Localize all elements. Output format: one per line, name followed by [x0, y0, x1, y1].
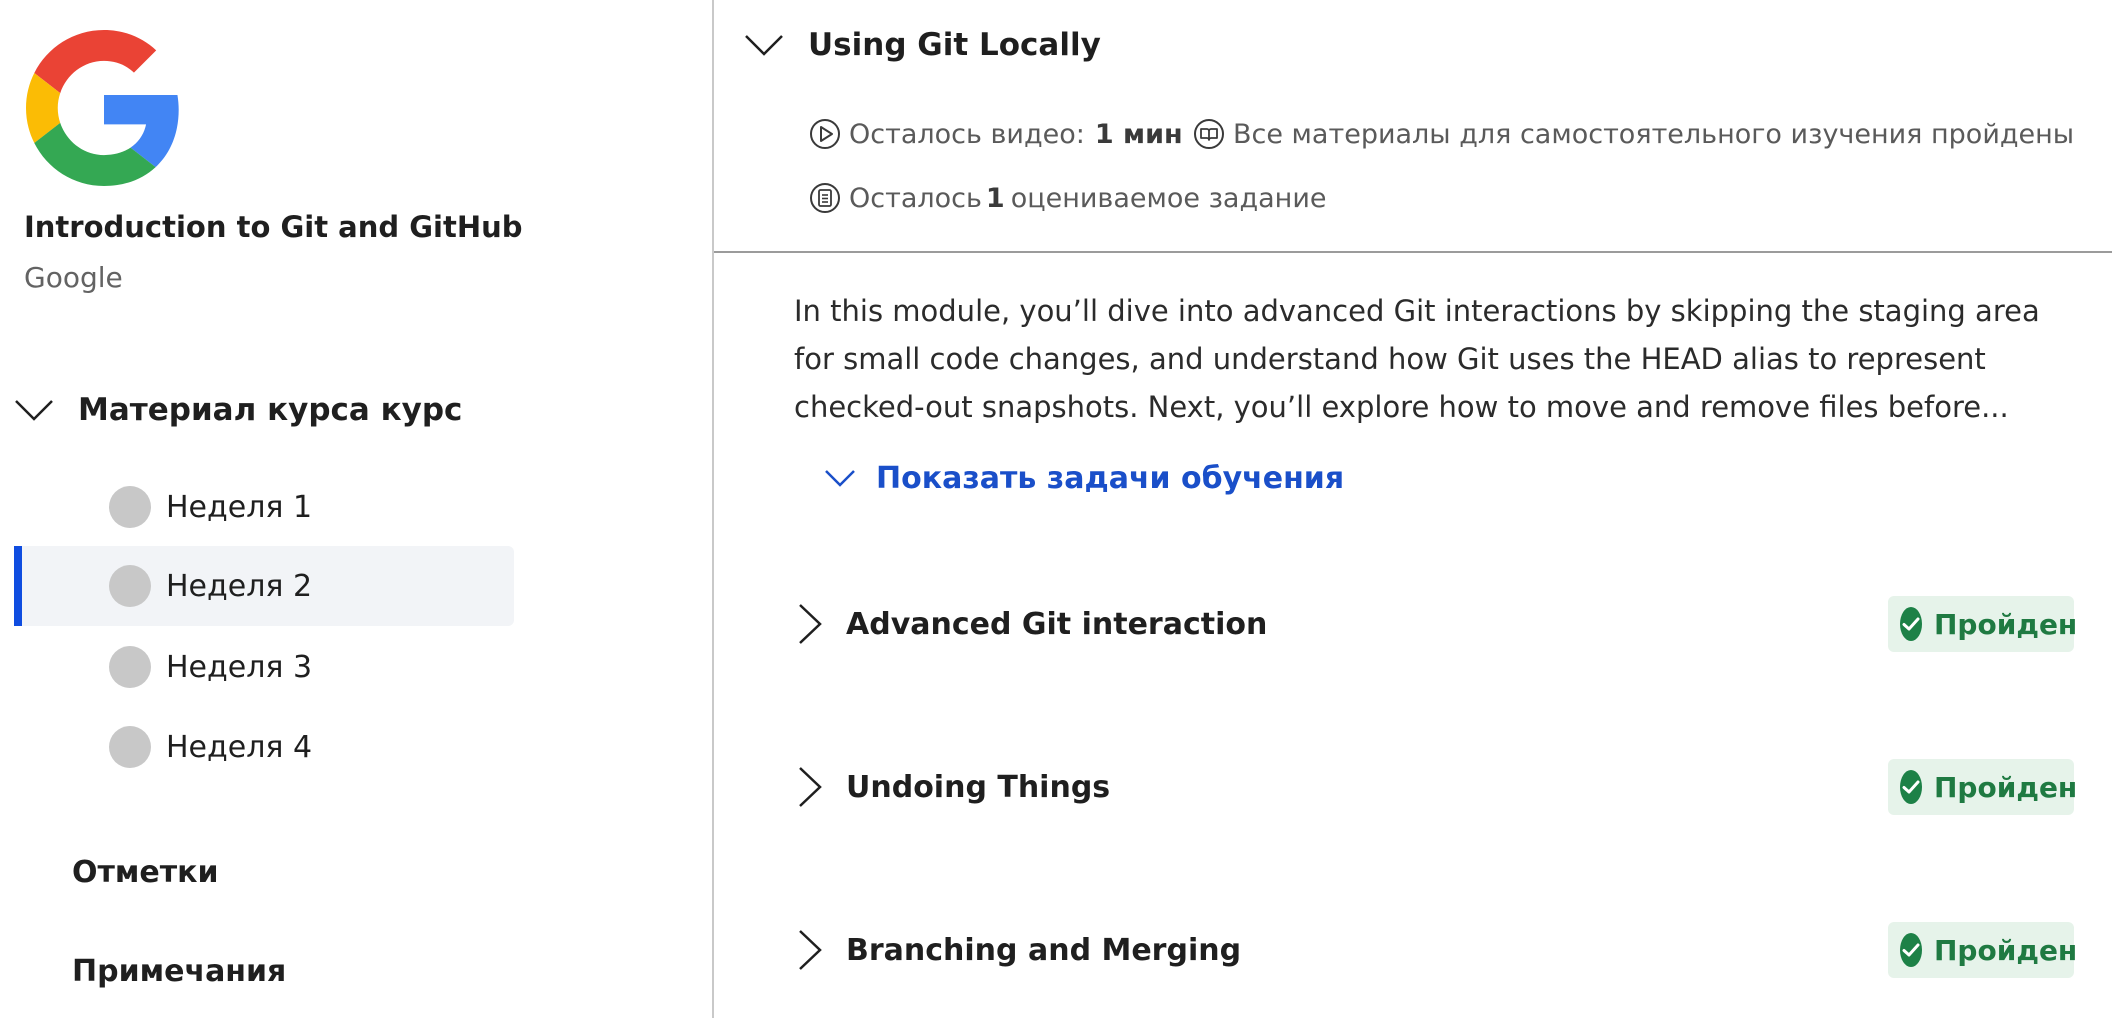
video-remaining: Осталось видео: 1 мин	[809, 118, 1189, 150]
assignments-remaining: Осталось 1 оцениваемое задание	[809, 182, 1327, 214]
check-circle-icon	[1900, 607, 1922, 641]
status-text: Пройден	[1934, 933, 2078, 967]
week-label: Неделя 4	[166, 729, 313, 765]
status-badge: Пройден	[1888, 922, 2078, 978]
week-status-icon	[109, 565, 151, 607]
chevron-down-icon	[15, 400, 53, 421]
assignments-prefix: Осталось	[849, 182, 982, 214]
materials-status: Все материалы для самостоятельного изуче…	[1193, 118, 2074, 150]
status-text: Пройден	[1934, 770, 2078, 804]
module-header-divider	[714, 251, 2112, 253]
module-title: Using Git Locally	[808, 27, 1101, 63]
assignments-count: 1	[985, 182, 1005, 214]
video-remaining-label: Осталось видео:	[849, 118, 1085, 150]
check-circle-icon	[1900, 933, 1922, 967]
module-content: Using Git Locally Осталось видео: 1 мин …	[714, 0, 2112, 1018]
assignments-suffix: оцениваемое задание	[1010, 182, 1327, 214]
lesson-branching-and-merging[interactable]: Branching and Merging Пройден	[784, 915, 2078, 985]
sidebar-item-week-3[interactable]: Неделя 3	[14, 627, 514, 707]
lesson-undoing-things[interactable]: Undoing Things Пройден	[784, 752, 2078, 822]
sidebar-link-grades[interactable]: Отметки	[72, 855, 219, 890]
sidebar-link-notes[interactable]: Примечания	[72, 954, 286, 989]
lesson-title: Branching and Merging	[846, 932, 1242, 968]
chevron-right-icon	[799, 767, 822, 807]
play-circle-icon	[810, 119, 840, 149]
lesson-title: Advanced Git interaction	[846, 606, 1268, 642]
google-logo-icon	[26, 30, 182, 186]
sidebar-item-week-2[interactable]: Неделя 2	[14, 546, 514, 626]
week-status-icon	[109, 646, 151, 688]
chevron-down-icon	[745, 35, 783, 56]
chevron-right-icon	[799, 604, 822, 644]
week-label: Неделя 2	[166, 568, 313, 604]
status-text: Пройден	[1934, 607, 2078, 641]
lesson-advanced-git-interaction[interactable]: Advanced Git interaction Пройден	[784, 589, 2078, 659]
check-circle-icon	[1900, 770, 1922, 804]
sidebar-item-week-4[interactable]: Неделя 4	[14, 707, 514, 787]
assignment-circle-icon	[810, 183, 840, 213]
week-label: Неделя 3	[166, 649, 313, 685]
materials-status-text: Все материалы для самостоятельного изуче…	[1233, 118, 2075, 150]
show-objectives-label: Показать задачи обучения	[876, 460, 1345, 496]
lesson-title: Undoing Things	[846, 769, 1111, 805]
module-description: In this module, you’ll dive into advance…	[794, 294, 2040, 424]
course-org: Google	[24, 261, 123, 294]
course-sidebar: Introduction to Git and GitHub Google Ма…	[0, 0, 712, 1018]
book-circle-icon	[1194, 119, 1224, 149]
week-status-icon	[109, 486, 151, 528]
status-badge: Пройден	[1888, 759, 2078, 815]
course-title: Introduction to Git and GitHub	[24, 210, 523, 244]
video-remaining-value: 1 мин	[1094, 118, 1183, 150]
chevron-down-icon	[825, 470, 855, 487]
status-badge: Пройден	[1888, 596, 2078, 652]
week-label: Неделя 1	[166, 489, 313, 525]
chevron-right-icon	[799, 930, 822, 970]
show-learning-objectives-link[interactable]: Показать задачи обучения	[824, 456, 1344, 500]
sidebar-item-week-1[interactable]: Неделя 1	[14, 467, 514, 547]
course-material-toggle[interactable]: Материал курса курс	[14, 385, 462, 435]
week-status-icon	[109, 726, 151, 768]
module-toggle[interactable]: Using Git Locally	[744, 20, 1101, 70]
section-label: Материал курса курс	[78, 392, 463, 428]
